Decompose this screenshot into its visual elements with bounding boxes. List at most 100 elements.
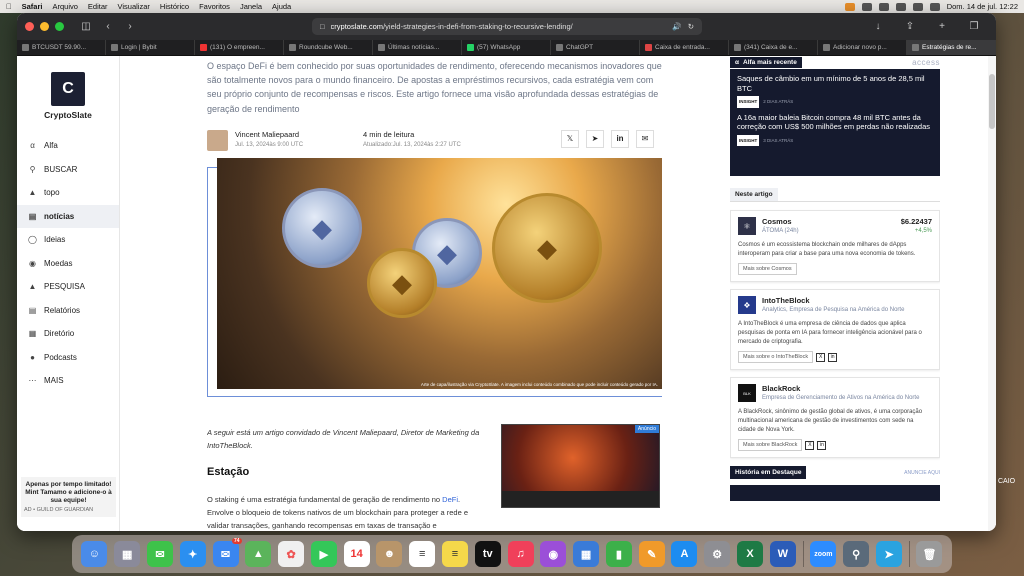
excel-icon[interactable]: X xyxy=(737,541,764,567)
email-share-icon[interactable]: ✉ xyxy=(636,129,654,148)
linkedin-share-icon[interactable]: in xyxy=(611,129,629,148)
sidebar-item-moedas[interactable]: ◉ Moedas xyxy=(17,252,119,276)
trash-icon[interactable]: 🗑 xyxy=(916,541,943,567)
reload-icon[interactable]: ↻ xyxy=(688,22,694,31)
calendar-icon[interactable]: 14 xyxy=(343,541,370,567)
alfa-latest-tag[interactable]: α Alfa mais recente xyxy=(730,57,802,68)
tab-inbox-2[interactable]: (341) Caixa de e... xyxy=(729,40,818,55)
minimize-window-button[interactable] xyxy=(40,22,49,31)
menu-history[interactable]: Histórico xyxy=(160,2,189,11)
zoom-window-button[interactable] xyxy=(55,22,64,31)
menu-edit[interactable]: Editar xyxy=(88,2,108,11)
menu-app-name[interactable]: Safari xyxy=(22,2,43,11)
sidebar-toggle-icon[interactable]: ◫ xyxy=(78,20,94,34)
back-icon[interactable]: ‹ xyxy=(100,20,116,34)
reminders-icon[interactable]: ≡ xyxy=(409,541,436,567)
audio-icon[interactable]: 🔊 xyxy=(672,22,681,31)
menu-bookmarks[interactable]: Favoritos xyxy=(199,2,230,11)
access-logo[interactable]: access xyxy=(912,58,940,67)
address-bar[interactable]: □ cryptoslate.com/yield-strategies-in-de… xyxy=(312,18,702,35)
photos-icon[interactable]: ✿ xyxy=(278,541,305,567)
tab-btcusdt[interactable]: BTCUSDT 59.90... xyxy=(17,40,106,55)
preview-icon[interactable]: ⚲ xyxy=(843,541,870,567)
safari-icon[interactable]: ✦ xyxy=(179,541,206,567)
maps-icon[interactable]: ▲ xyxy=(245,541,272,567)
close-window-button[interactable] xyxy=(25,22,34,31)
notes-icon[interactable]: ≡ xyxy=(441,541,468,567)
tab-roundcube[interactable]: Roundcube Web... xyxy=(284,40,373,55)
sidebar-item-noticias[interactable]: ▤ notícias xyxy=(17,204,119,228)
telegram-share-icon[interactable]: ➤ xyxy=(586,129,604,148)
x-share-icon[interactable]: 𝕏 xyxy=(561,129,579,148)
sidebar-item-pesquisa[interactable]: ▲ PESQUISA xyxy=(17,275,119,299)
game-ad-banner[interactable]: Anúncio xyxy=(501,424,660,508)
page-scrollbar[interactable] xyxy=(988,56,996,531)
status-app-icon[interactable] xyxy=(844,2,855,11)
tab-add-new[interactable]: Adicionar novo p... xyxy=(818,40,907,55)
card-title[interactable]: Cosmos xyxy=(762,217,799,226)
apple-tv-icon[interactable]: tv xyxy=(474,541,501,567)
pages-icon[interactable]: ✎ xyxy=(638,541,665,567)
brand-name[interactable]: CryptoSlate xyxy=(17,110,119,120)
launchpad-icon[interactable]: ▦ xyxy=(114,541,141,567)
messages-icon[interactable]: ✉ xyxy=(146,541,173,567)
more-about-cosmos-button[interactable]: Mais sobre Cosmos xyxy=(738,263,797,275)
card-title[interactable]: IntoTheBlock xyxy=(762,296,904,305)
blackrock-logo-icon[interactable]: BLK xyxy=(738,384,756,402)
linkedin-link-icon[interactable]: in xyxy=(817,440,827,450)
system-settings-icon[interactable]: ⚙ xyxy=(704,541,731,567)
defi-link[interactable]: DeFi xyxy=(442,495,458,504)
menu-file[interactable]: Arquivo xyxy=(52,2,77,11)
podcasts-icon[interactable]: ◉ xyxy=(540,541,567,567)
author-name[interactable]: Vincent Maliepaard xyxy=(235,130,303,139)
menu-clock[interactable]: Dom. 14 de jul. 12:22 xyxy=(947,2,1018,11)
menu-help[interactable]: Ajuda xyxy=(272,2,291,11)
tab-news[interactable]: Últimas notícias... xyxy=(373,40,462,55)
downloads-icon[interactable]: ↓ xyxy=(870,20,886,34)
sidebar-item-mais[interactable]: ⋯ MAIS xyxy=(17,369,119,393)
url-text[interactable]: cryptoslate.com/yield-strategies-in-defi… xyxy=(331,22,667,31)
tab-bybit[interactable]: Login | Bybit xyxy=(106,40,195,55)
desktop-folder-label[interactable]: CAIO xyxy=(998,477,1015,486)
cosmos-logo-icon[interactable]: ⚛ xyxy=(738,217,756,235)
x-link-icon[interactable]: X xyxy=(805,440,815,450)
tab-whatsapp[interactable]: (57) WhatsApp xyxy=(462,40,551,55)
apple-menu-icon[interactable]:  xyxy=(6,2,12,11)
linkedin-link-icon[interactable]: in xyxy=(828,352,838,362)
sidebar-item-relatorios[interactable]: ▤ Relatórios xyxy=(17,299,119,323)
sidebar-item-alfa[interactable]: α Alfa xyxy=(17,134,119,158)
tab-active-article[interactable]: Estratégias de re... xyxy=(907,40,996,55)
share-icon[interactable]: ⇪ xyxy=(902,20,918,34)
card-title[interactable]: BlackRock xyxy=(762,384,919,393)
cryptoslate-logo[interactable]: C xyxy=(51,72,85,106)
status-bluetooth-icon[interactable] xyxy=(861,2,872,11)
tab-overview-icon[interactable]: ❐ xyxy=(966,20,982,34)
sidebar-item-topo[interactable]: ▲ topo xyxy=(17,181,119,205)
status-battery-icon[interactable] xyxy=(878,2,889,11)
more-about-intotheblock-button[interactable]: Mais sobre o IntoTheBlock xyxy=(738,351,814,363)
status-search-icon[interactable] xyxy=(912,2,923,11)
telegram-icon[interactable]: ➤ xyxy=(875,541,902,567)
mail-icon[interactable]: ✉ 74 xyxy=(212,538,242,567)
more-about-blackrock-button[interactable]: Mais sobre BlackRock xyxy=(738,439,803,451)
finder-icon[interactable]: ☺ xyxy=(81,541,108,567)
sidebar-item-buscar[interactable]: ⚲ BUSCAR xyxy=(17,158,119,182)
featured-story-image[interactable] xyxy=(730,485,940,501)
zoom-icon[interactable]: zoom xyxy=(810,541,837,567)
menu-window[interactable]: Janela xyxy=(240,2,262,11)
word-icon[interactable]: W xyxy=(769,541,796,567)
sidebar-item-podcasts[interactable]: ● Podcasts xyxy=(17,346,119,370)
author-avatar[interactable] xyxy=(207,129,228,151)
app-store-icon[interactable]: A xyxy=(671,541,698,567)
new-tab-icon[interactable]: + xyxy=(934,20,950,34)
sidebar-item-diretorio[interactable]: ▦ Diretório xyxy=(17,322,119,346)
scrollbar-thumb[interactable] xyxy=(989,74,995,129)
intotheblock-logo-icon[interactable]: ❖ xyxy=(738,296,756,314)
menu-view[interactable]: Visualizar xyxy=(118,2,150,11)
tab-chatgpt[interactable]: ChatGPT xyxy=(551,40,640,55)
advertise-here-link[interactable]: ANUNCIE AQUI xyxy=(904,470,940,476)
music-icon[interactable]: ♫ xyxy=(507,541,534,567)
status-wifi-icon[interactable] xyxy=(895,2,906,11)
contacts-icon[interactable]: ☻ xyxy=(376,541,403,567)
tab-inbox[interactable]: Caixa de entrada... xyxy=(640,40,729,55)
